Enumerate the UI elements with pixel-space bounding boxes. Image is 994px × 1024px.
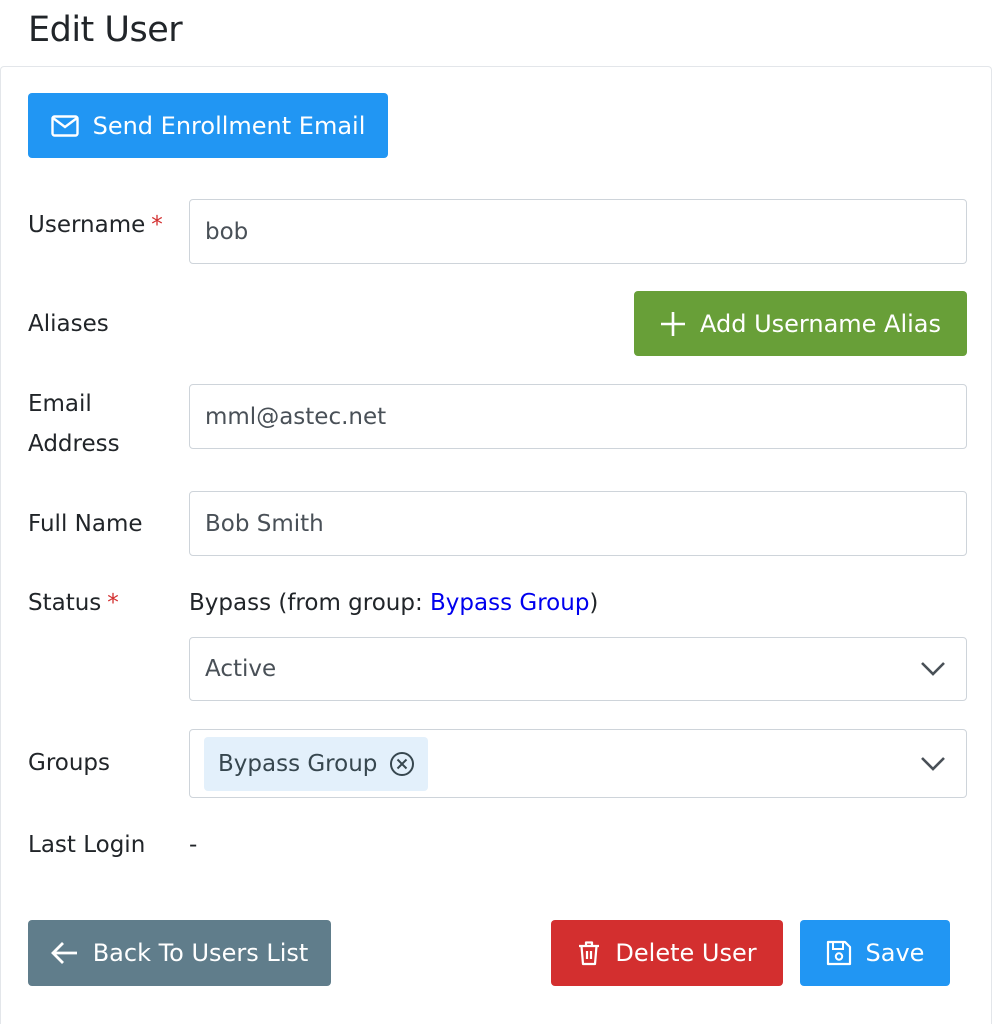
groups-multiselect[interactable]: Bypass Group [189, 729, 967, 798]
delete-user-button[interactable]: Delete User [551, 920, 783, 986]
plus-icon [660, 311, 685, 336]
full-name-input[interactable] [189, 491, 967, 556]
chevron-down-icon[interactable] [920, 661, 946, 677]
add-username-alias-label: Add Username Alias [699, 309, 942, 338]
save-label: Save [865, 939, 925, 967]
email-address-label: Email Address [28, 391, 120, 457]
back-to-users-list-label: Back To Users List [92, 939, 309, 967]
status-select[interactable]: Active [189, 637, 967, 701]
page-title: Edit User [28, 10, 183, 50]
delete-user-label: Delete User [615, 939, 757, 967]
group-chip-label: Bypass Group [218, 750, 378, 777]
send-enrollment-email-label: Send Enrollment Email [92, 111, 366, 140]
back-to-users-list-button[interactable]: Back To Users List [28, 920, 331, 986]
save-button[interactable]: Save [800, 920, 950, 986]
add-username-alias-button[interactable]: Add Username Alias [634, 291, 967, 356]
username-label: Username * [28, 212, 163, 238]
trash-icon [579, 941, 600, 966]
close-circle-icon[interactable] [389, 751, 415, 777]
status-selected-value: Active [205, 656, 277, 682]
groups-label: Groups [28, 750, 111, 776]
status-label: Status * [28, 590, 119, 616]
envelope-icon [50, 114, 79, 137]
bypass-group-link[interactable]: Bypass Group [430, 590, 589, 616]
effective-status-text: Bypass (from group: Bypass Group) [189, 590, 599, 616]
floppy-disk-icon [826, 940, 851, 966]
username-input[interactable] [189, 199, 967, 264]
email-address-input[interactable] [189, 384, 967, 449]
aliases-label: Aliases [28, 311, 109, 337]
last-login-value: - [189, 832, 198, 858]
send-enrollment-email-button[interactable]: Send Enrollment Email [28, 93, 388, 158]
arrow-left-icon [50, 942, 77, 964]
full-name-label: Full Name [28, 511, 143, 537]
required-marker: * [151, 212, 163, 238]
group-chip: Bypass Group [204, 736, 429, 791]
last-login-label: Last Login [28, 832, 146, 858]
required-marker: * [107, 590, 119, 616]
chevron-down-icon[interactable] [920, 756, 946, 772]
